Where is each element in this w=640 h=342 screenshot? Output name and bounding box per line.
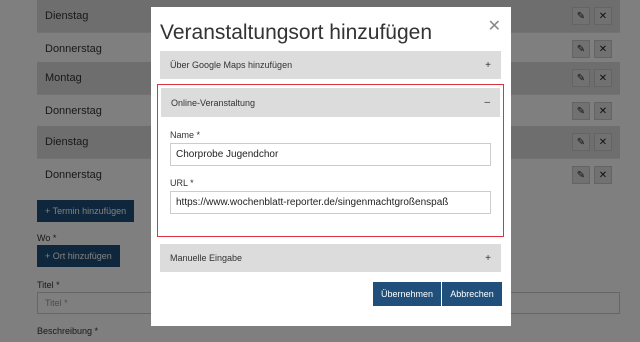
dialog-title: Veranstaltungsort hinzufügen <box>160 21 433 44</box>
section-online-event: Online-Veranstaltung – Name * Chorprobe … <box>157 84 504 237</box>
section-label: Über Google Maps hinzufügen <box>170 60 293 70</box>
collapse-icon: – <box>484 97 490 108</box>
name-field[interactable]: Chorprobe Jugendchor <box>170 143 491 166</box>
expand-icon: + <box>485 59 491 71</box>
expand-icon: + <box>485 252 491 264</box>
url-label: URL * <box>170 178 194 188</box>
section-google-maps[interactable]: Über Google Maps hinzufügen + <box>160 51 501 79</box>
section-online-header[interactable]: Online-Veranstaltung – <box>161 88 500 117</box>
submit-button[interactable]: Übernehmen <box>373 282 441 306</box>
cancel-button[interactable]: Abbrechen <box>442 282 502 306</box>
url-field[interactable]: https://www.wochenblatt-reporter.de/sing… <box>170 191 491 214</box>
section-manual-entry[interactable]: Manuelle Eingabe + <box>160 244 501 272</box>
name-label: Name * <box>170 130 201 140</box>
add-venue-dialog: Veranstaltungsort hinzufügen ✕ Über Goog… <box>151 7 511 326</box>
section-label: Online-Veranstaltung <box>171 97 256 108</box>
close-icon[interactable]: ✕ <box>488 16 501 36</box>
section-label: Manuelle Eingabe <box>170 253 243 263</box>
